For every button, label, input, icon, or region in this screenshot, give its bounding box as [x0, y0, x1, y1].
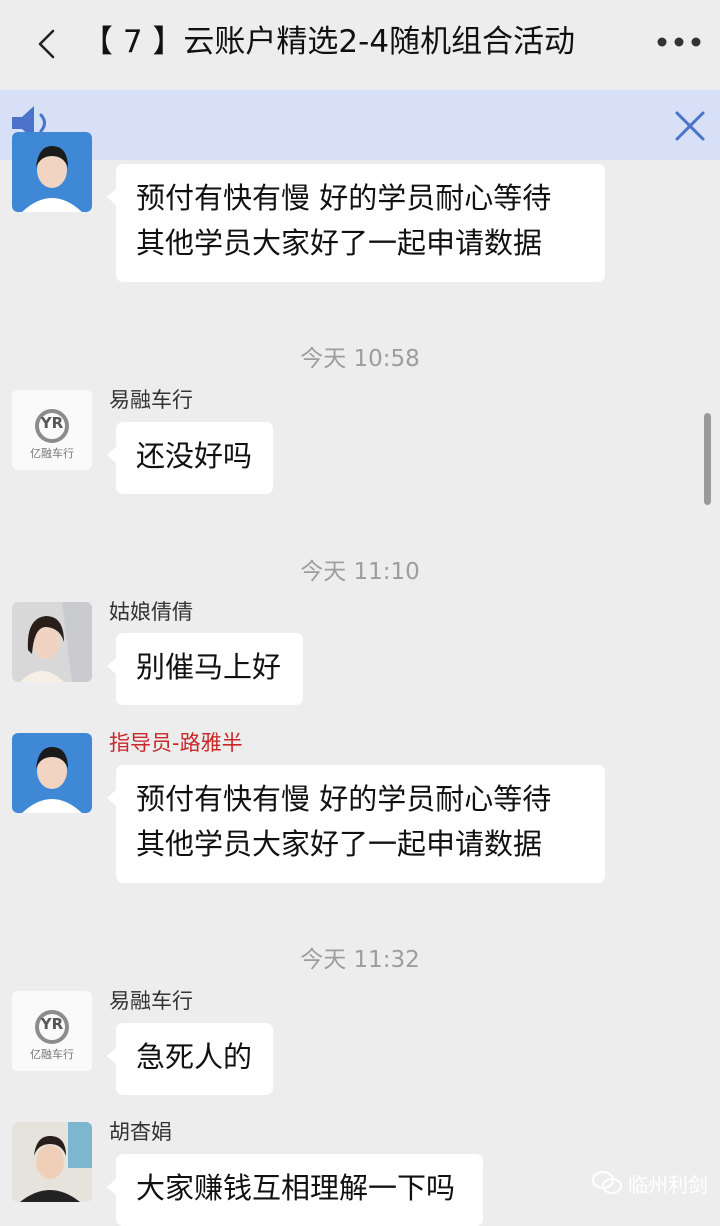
- chat-title: 【 7 】云账户精选2-4随机组合活动: [82, 24, 576, 60]
- close-icon[interactable]: [672, 108, 708, 144]
- message-bubble[interactable]: 大家赚钱互相理解一下吗: [107, 1154, 483, 1226]
- instructor-avatar-icon: [12, 132, 92, 212]
- announcement-bar[interactable]: [0, 90, 720, 160]
- message-bubble[interactable]: 预付有快有慢 好的学员耐心等待 其他学员大家好了一起申请数据: [107, 765, 605, 883]
- wechat-icon: [592, 1171, 622, 1194]
- logo-caption: 亿融车行: [30, 447, 74, 460]
- avatar[interactable]: [12, 132, 92, 212]
- sender-name: 易融车行: [109, 388, 193, 412]
- message-bubble[interactable]: 别催马上好: [107, 633, 303, 705]
- watermark: 临州利剑: [592, 1166, 708, 1200]
- logo-monogram: YR: [40, 1015, 64, 1033]
- logo-caption: 亿融车行: [30, 1048, 74, 1061]
- chevron-left-icon[interactable]: [34, 28, 60, 60]
- instructor-avatar-icon: [12, 733, 92, 813]
- avatar[interactable]: [12, 602, 92, 682]
- message-bubble[interactable]: 预付有快有慢 好的学员耐心等待 其他学员大家好了一起申请数据: [107, 164, 605, 282]
- top-bar: 【 7 】云账户精选2-4随机组合活动: [0, 0, 720, 88]
- sender-name: 胡杳娟: [109, 1120, 172, 1144]
- sender-name: 姑娘倩倩: [109, 600, 193, 624]
- woman-avatar-2-icon: [12, 1122, 92, 1202]
- scrollbar[interactable]: [704, 413, 711, 505]
- avatar[interactable]: YR 亿融车行: [12, 991, 92, 1071]
- avatar[interactable]: [12, 733, 92, 813]
- message-bubble[interactable]: 还没好吗: [107, 422, 273, 494]
- watermark-text: 临州利剑: [628, 1172, 708, 1197]
- woman-avatar-icon: [12, 602, 92, 682]
- logo-monogram: YR: [40, 414, 64, 432]
- timestamp: 今天 11:10: [300, 559, 420, 585]
- timestamp: 今天 11:32: [300, 947, 420, 973]
- sender-name: 指导员-路雅半: [109, 731, 243, 755]
- avatar[interactable]: [12, 1122, 92, 1202]
- more-dots-icon[interactable]: [656, 34, 702, 50]
- sender-name: 易融车行: [109, 989, 193, 1013]
- avatar[interactable]: YR 亿融车行: [12, 390, 92, 470]
- timestamp: 今天 10:58: [300, 346, 420, 372]
- message-bubble[interactable]: 急死人的: [107, 1023, 273, 1095]
